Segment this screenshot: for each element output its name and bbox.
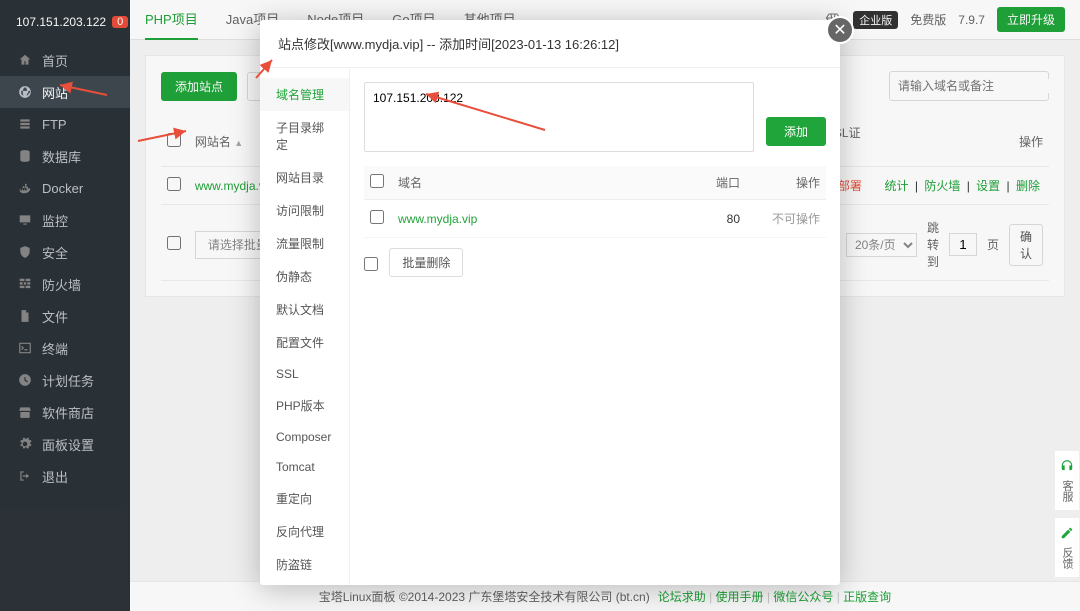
customer-service-button[interactable]: 客服 <box>1054 450 1079 511</box>
modal-nav-0[interactable]: 域名管理 <box>260 78 349 111</box>
add-domain-button[interactable]: 添加 <box>766 117 826 146</box>
site-edit-modal: ✕ 站点修改[www.mydja.vip] -- 添加时间[2023-01-13… <box>260 20 840 585</box>
modal-nav-15[interactable]: ♛防篡改 <box>260 581 349 585</box>
modal-nav-5[interactable]: 伪静态 <box>260 260 349 293</box>
modal-nav: 域名管理子目录绑定网站目录访问限制流量限制伪静态默认文档配置文件SSLPHP版本… <box>260 68 350 585</box>
modal-nav-1[interactable]: 子目录绑定 <box>260 111 349 161</box>
modal-nav-4[interactable]: 流量限制 <box>260 227 349 260</box>
modal-nav-12[interactable]: 重定向 <box>260 482 349 515</box>
modal-nav-3[interactable]: 访问限制 <box>260 194 349 227</box>
edit-icon <box>1060 526 1074 540</box>
modal-nav-10[interactable]: Composer <box>260 422 349 452</box>
col-domain-op: 操作 <box>746 166 826 200</box>
domain-name[interactable]: www.mydja.vip <box>398 212 477 226</box>
bulk-delete-button[interactable]: 批量删除 <box>389 248 463 277</box>
col-port: 端口 <box>686 166 746 200</box>
modal-nav-14[interactable]: 防盗链 <box>260 548 349 581</box>
domain-op: 不可操作 <box>772 212 820 226</box>
domain-row: www.mydja.vip 80 不可操作 <box>364 200 826 238</box>
modal-nav-2[interactable]: 网站目录 <box>260 161 349 194</box>
modal-nav-7[interactable]: 配置文件 <box>260 326 349 359</box>
modal-nav-8[interactable]: SSL <box>260 359 349 389</box>
domain-table: 域名 端口 操作 www.mydja.vip 80 不可操作 <box>364 166 826 238</box>
domain-row-checkbox[interactable] <box>370 210 384 224</box>
modal-title: 站点修改[www.mydja.vip] -- 添加时间[2023-01-13 1… <box>260 20 840 67</box>
modal-content: 107.151.203.122 添加 域名 端口 操作 www.mydja.vi… <box>350 68 840 585</box>
modal-nav-11[interactable]: Tomcat <box>260 452 349 482</box>
modal-close-button[interactable]: ✕ <box>826 16 854 44</box>
modal-nav-13[interactable]: 反向代理 <box>260 515 349 548</box>
bulk-del-checkbox[interactable] <box>364 257 378 271</box>
domain-textarea[interactable]: 107.151.203.122 <box>364 82 754 152</box>
feedback-button[interactable]: 反馈 <box>1054 517 1079 578</box>
headset-icon <box>1060 459 1074 473</box>
side-float: 客服 反馈 <box>1054 450 1080 578</box>
col-domain: 域名 <box>392 166 686 200</box>
domain-port: 80 <box>686 200 746 238</box>
modal-nav-6[interactable]: 默认文档 <box>260 293 349 326</box>
modal-nav-9[interactable]: PHP版本 <box>260 389 349 422</box>
domain-select-all[interactable] <box>370 174 384 188</box>
